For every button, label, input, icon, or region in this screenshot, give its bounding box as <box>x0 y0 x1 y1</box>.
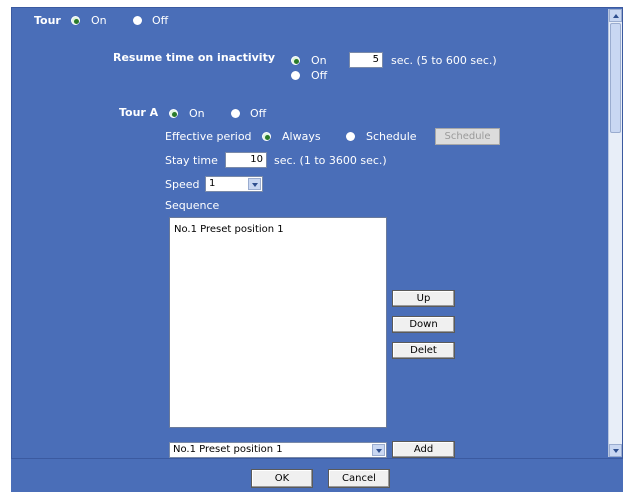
effective-always-radio[interactable] <box>262 132 271 141</box>
tour-settings-panel: Tour On Off Resume time on inactivity On… <box>11 7 623 459</box>
tour-off-label: Off <box>152 14 169 27</box>
tour-a-off-label: Off <box>250 107 267 120</box>
up-button[interactable]: Up <box>392 290 455 307</box>
resume-label: Resume time on inactivity <box>113 51 276 64</box>
vertical-scrollbar[interactable] <box>608 9 622 457</box>
effective-always-label: Always <box>282 130 321 143</box>
cancel-button[interactable]: Cancel <box>328 469 390 488</box>
tour-label: Tour <box>34 14 61 27</box>
ok-button[interactable]: OK <box>251 469 313 488</box>
effective-schedule-label: Schedule <box>366 130 417 143</box>
sequence-listbox[interactable]: No.1 Preset position 1 <box>169 217 387 428</box>
tour-off-radio[interactable] <box>133 16 142 25</box>
effective-schedule-radio[interactable] <box>346 132 355 141</box>
resume-off-radio[interactable] <box>291 71 300 80</box>
scroll-down-icon[interactable] <box>609 444 622 457</box>
resume-range-label: sec. (5 to 600 sec.) <box>391 54 497 67</box>
sequence-list-item[interactable]: No.1 Preset position 1 <box>170 218 386 235</box>
tour-a-off-radio[interactable] <box>231 109 240 118</box>
resume-off-label: Off <box>311 69 328 82</box>
tour-on-label: On <box>91 14 107 27</box>
scroll-thumb[interactable] <box>610 23 621 133</box>
down-button[interactable]: Down <box>392 316 455 333</box>
stay-time-range-label: sec. (1 to 3600 sec.) <box>274 154 387 167</box>
speed-value: 1 <box>209 178 216 189</box>
schedule-button[interactable]: Schedule <box>435 128 500 145</box>
tour-settings-window: Tour On Off Resume time on inactivity On… <box>0 0 627 492</box>
resume-on-radio[interactable] <box>291 56 300 65</box>
delete-button[interactable]: Delet <box>392 342 455 359</box>
tour-on-radio[interactable] <box>71 16 80 25</box>
speed-select[interactable]: 1 <box>205 176 263 192</box>
tour-a-label: Tour A <box>119 106 159 119</box>
tour-a-on-label: On <box>189 107 205 120</box>
chevron-down-icon[interactable] <box>372 444 385 456</box>
chevron-down-icon[interactable] <box>248 178 261 190</box>
tour-a-on-radio[interactable] <box>169 109 178 118</box>
preset-position-value: No.1 Preset position 1 <box>173 444 283 455</box>
speed-label: Speed <box>165 178 200 191</box>
preset-position-select[interactable]: No.1 Preset position 1 <box>169 442 387 458</box>
footer-bar: OK Cancel <box>11 459 623 492</box>
add-button[interactable]: Add <box>392 441 455 458</box>
sequence-label: Sequence <box>165 199 220 212</box>
stay-time-input[interactable]: 10 <box>225 152 267 168</box>
resume-time-input[interactable]: 5 <box>349 52 383 68</box>
resume-on-label: On <box>311 54 327 67</box>
stay-time-label: Stay time <box>165 154 218 167</box>
effective-period-label: Effective period <box>165 130 252 143</box>
scroll-up-icon[interactable] <box>609 9 622 22</box>
